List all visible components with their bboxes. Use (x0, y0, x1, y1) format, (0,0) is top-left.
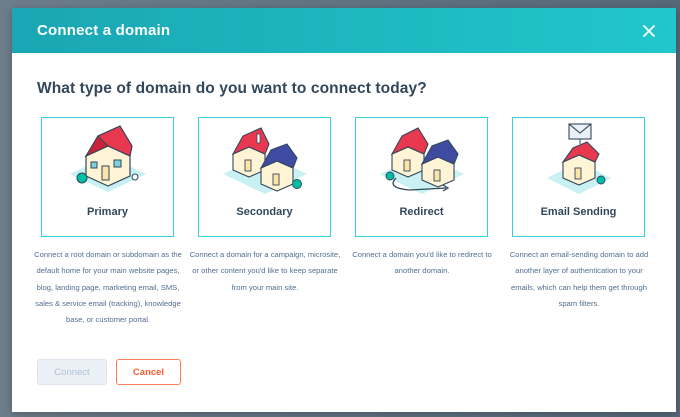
option-description: Connect an email-sending domain to add a… (509, 250, 649, 308)
close-button[interactable] (638, 20, 660, 42)
option-label: Email Sending (540, 206, 617, 218)
option-card-primary[interactable]: Primary (41, 117, 174, 237)
option-label: Secondary (236, 206, 293, 218)
connect-domain-modal: Connect a domain What type of domain do … (12, 8, 676, 412)
domain-type-question: What type of domain do you want to conne… (37, 80, 427, 97)
redirect-houses-icon (380, 127, 464, 194)
modal-header: Connect a domain (12, 8, 676, 53)
option-secondary: Secondary Connect a domain for a campaig… (190, 117, 350, 296)
option-card-secondary[interactable]: Secondary (198, 117, 331, 237)
option-card-redirect[interactable]: Redirect (355, 117, 488, 237)
option-description: Connect a domain you'd like to redirect … (352, 250, 492, 276)
domain-type-options: Primary Connect a root domain or subdoma… (34, 117, 667, 347)
option-description: Connect a domain for a campaign, microsi… (189, 250, 341, 292)
cancel-button[interactable]: Cancel (116, 359, 181, 385)
house-envelope-icon (547, 123, 611, 194)
modal-title: Connect a domain (37, 22, 171, 39)
close-icon (643, 24, 655, 37)
option-card-email-sending[interactable]: Email Sending (512, 117, 645, 237)
two-houses-icon (223, 127, 307, 194)
connect-button[interactable]: Connect (37, 359, 107, 385)
option-primary: Primary Connect a root domain or subdoma… (34, 117, 193, 328)
option-label: Primary (87, 206, 128, 218)
option-email-sending: Email Sending Connect an email-sending d… (510, 117, 664, 312)
option-redirect: Redirect Connect a domain you'd like to … (352, 117, 507, 280)
single-house-icon (70, 125, 146, 192)
option-description: Connect a root domain or subdomain as th… (34, 250, 182, 325)
option-label: Redirect (399, 206, 444, 218)
